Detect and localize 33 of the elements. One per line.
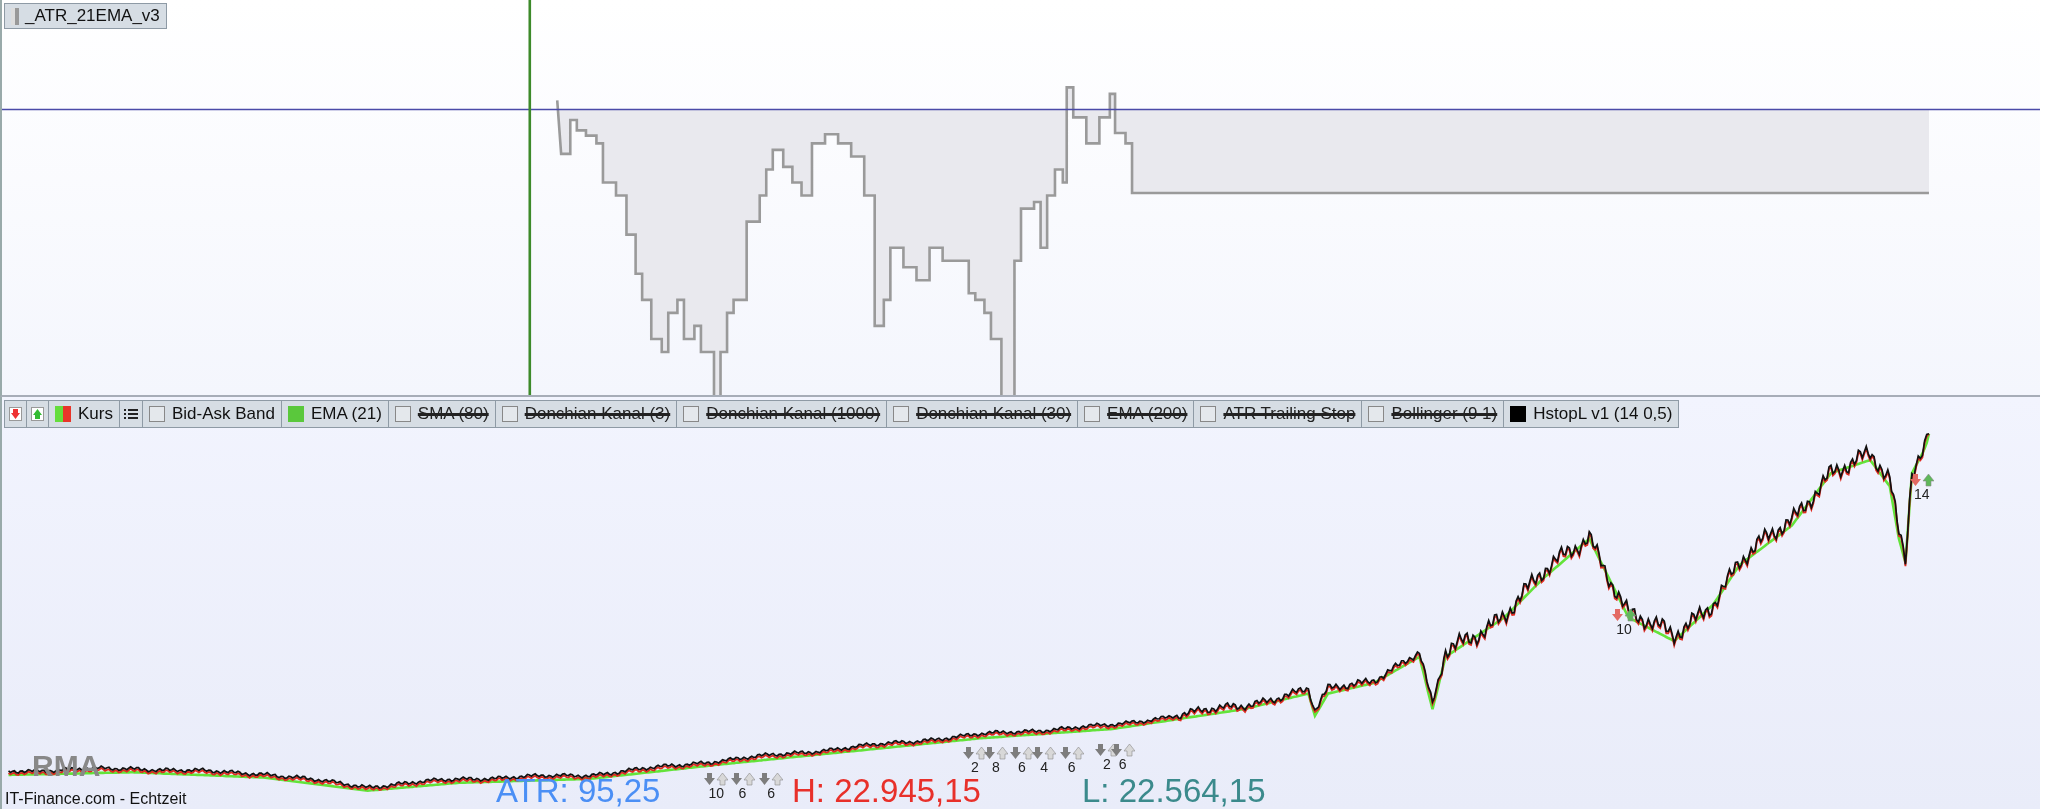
signal-arrows-icon: [1612, 608, 1637, 623]
signal-arrows-icon: [704, 771, 729, 786]
signal-arrows-icon: [1010, 745, 1034, 760]
signal-arrows-icon: [730, 771, 755, 786]
signal-arrows-icon: [1909, 472, 1934, 487]
swatch-icon: [11, 7, 19, 25]
indicator-name: _ATR_21EMA_v3: [25, 6, 160, 26]
signal-arrows-icon: [962, 745, 987, 760]
signal-arrows-icon: [759, 771, 784, 786]
signal-count: 14: [1914, 486, 1930, 501]
arrow-down-icon: [9, 407, 22, 421]
signal-count: 4: [1040, 759, 1049, 774]
signal-arrows-icon: [983, 745, 1008, 760]
signal-arrows-icon: [1110, 742, 1135, 757]
signal-arrows-icon: [1032, 745, 1057, 760]
atr-value: ATR: 95,25: [496, 773, 661, 809]
signal-count: 6: [1018, 759, 1026, 774]
signal-count: 2: [1102, 756, 1111, 771]
arrow-up-icon: [31, 407, 44, 421]
list-icon: [123, 408, 138, 420]
signal-count: 6: [1067, 759, 1076, 774]
signal-count: 6: [738, 785, 747, 800]
signal-arrows-icon: [1059, 745, 1084, 760]
signal-count: 2: [971, 759, 979, 774]
low-value: L: 22.564,15: [1082, 773, 1266, 809]
signal-count: 10: [708, 785, 725, 800]
data-source: IT-Finance.com - Echtzeit: [5, 790, 187, 808]
signal-count: 8: [991, 759, 1000, 774]
indicator-tag[interactable]: _ATR_21EMA_v3: [4, 3, 167, 29]
high-value: H: 22.945,15: [792, 773, 981, 809]
signal-count: 6: [1118, 756, 1127, 771]
signal-count: 10: [1616, 622, 1632, 637]
signal-count: 6: [767, 785, 776, 800]
